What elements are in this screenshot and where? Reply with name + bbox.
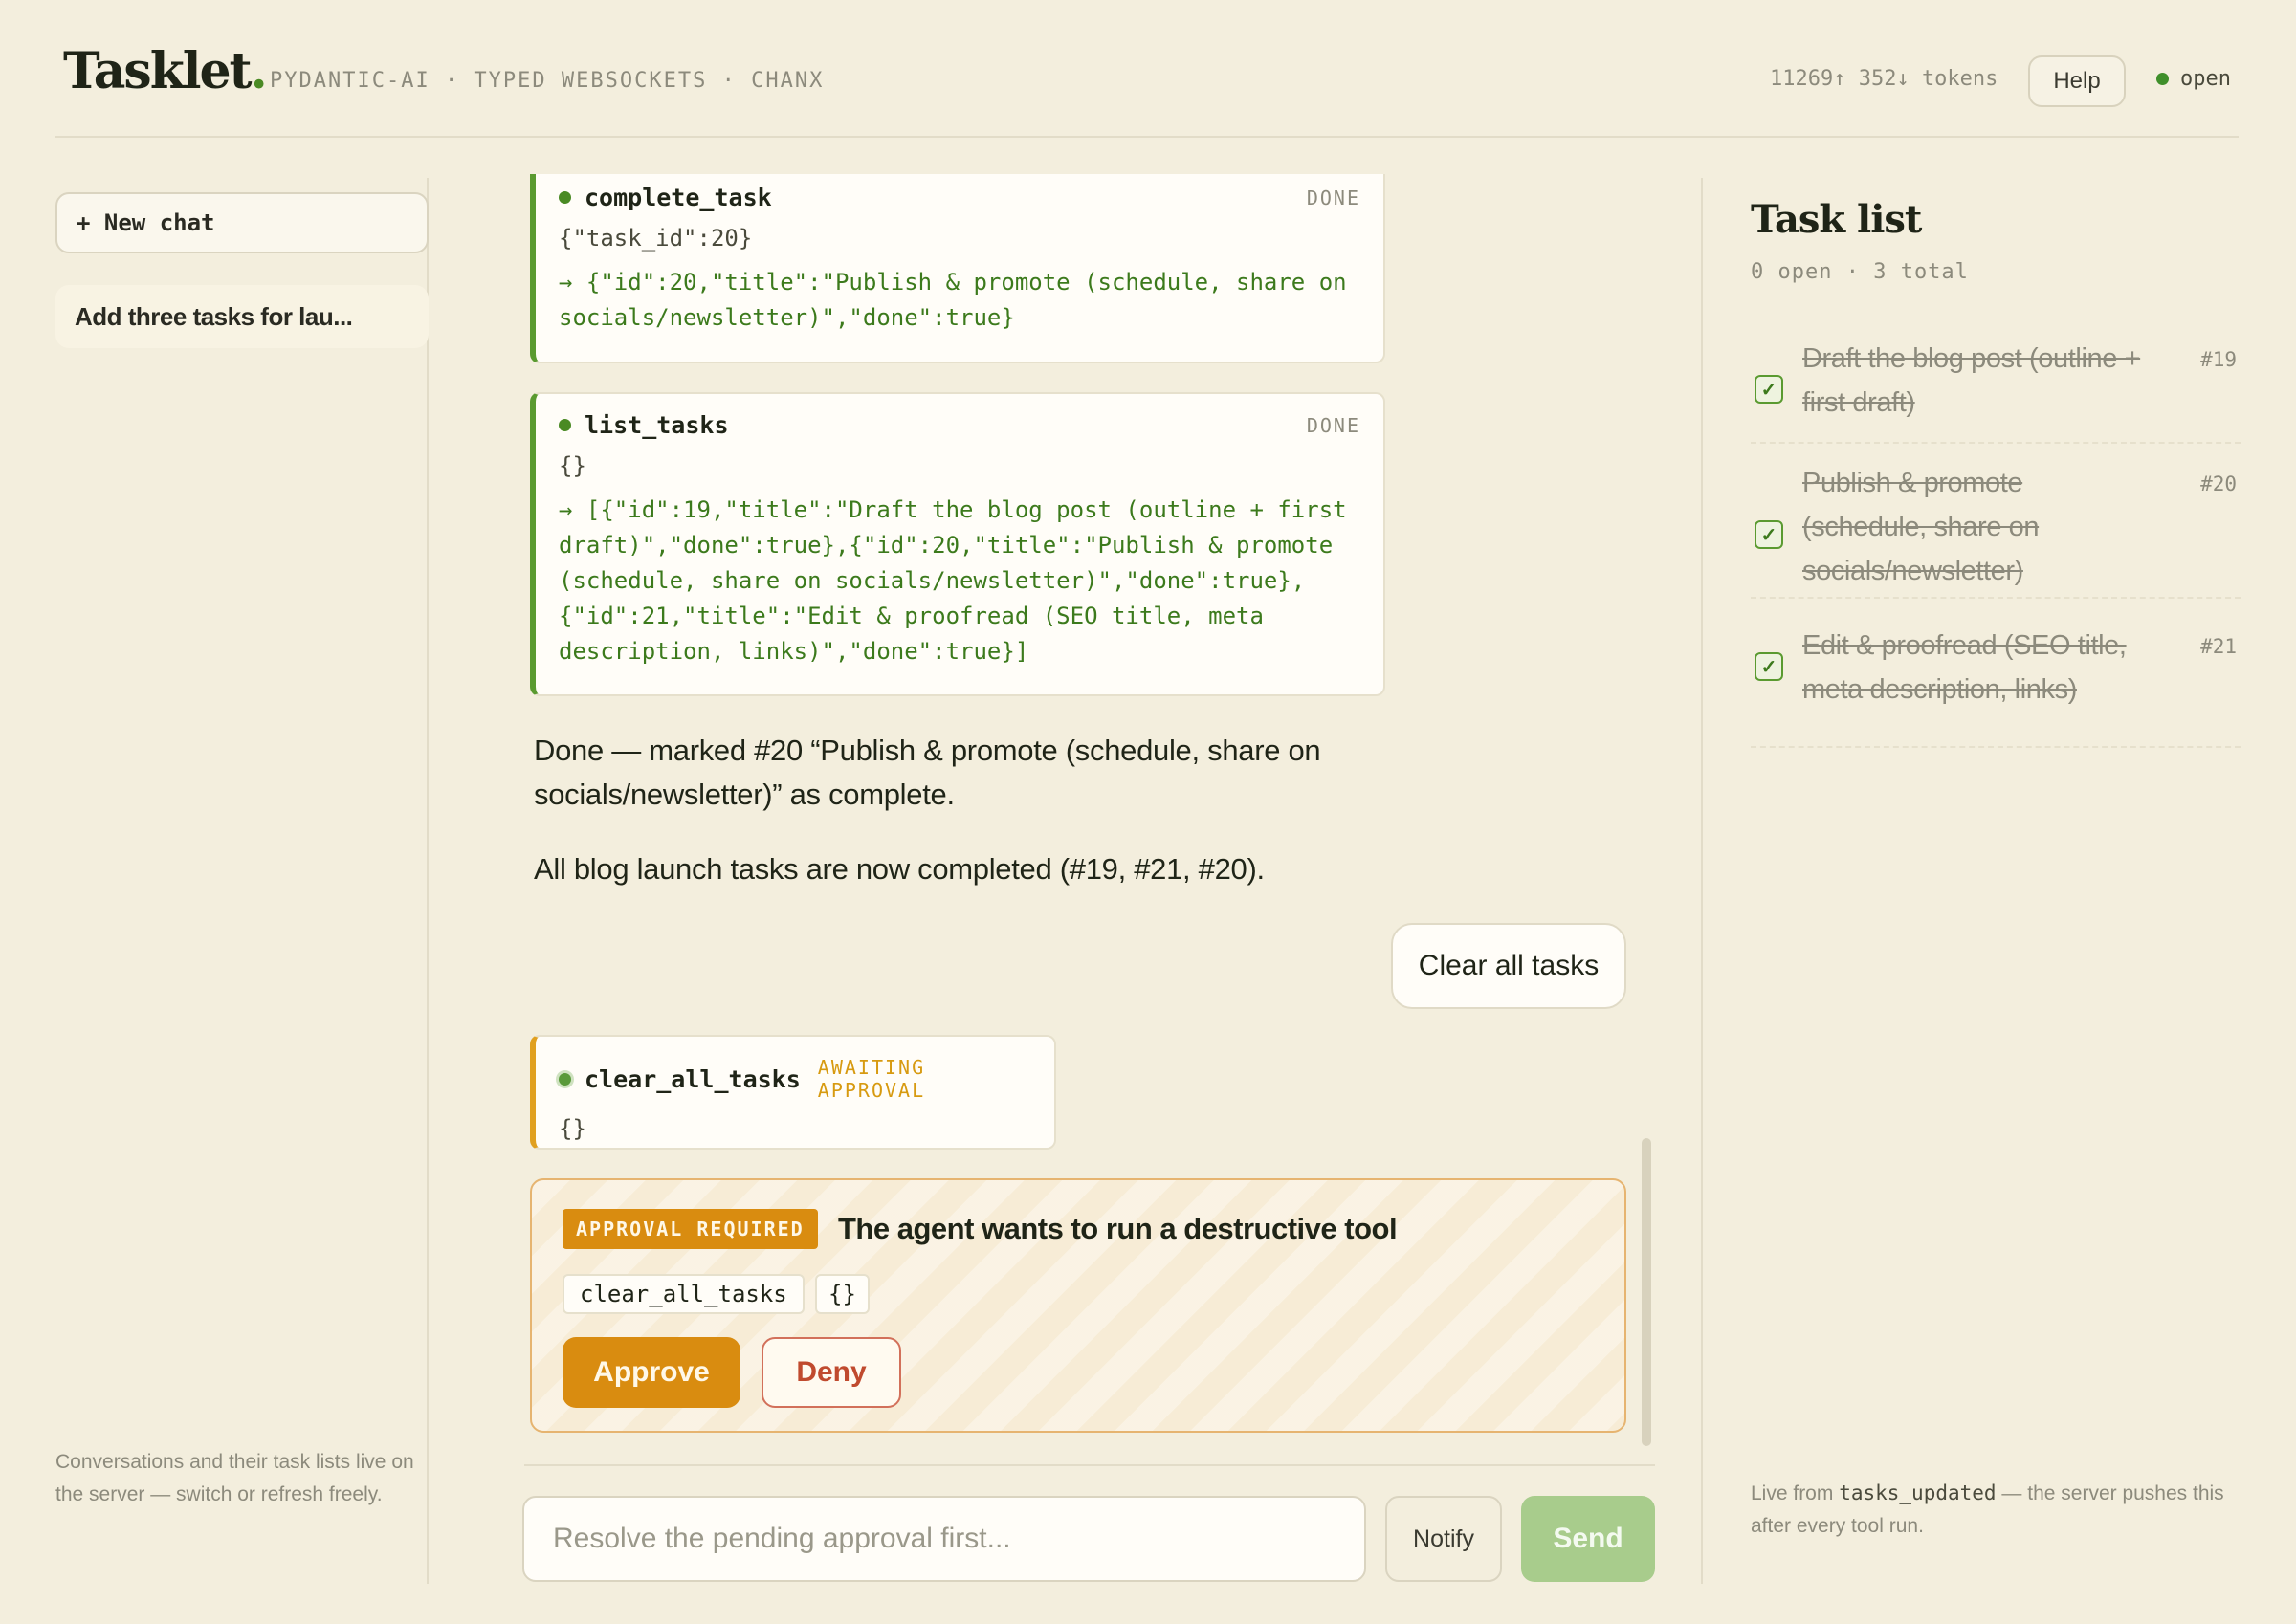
approval-panel: APPROVAL REQUIRED The agent wants to run… [530,1178,1626,1433]
pending-tool-card: clear_all_tasks AWAITING APPROVAL {} [530,1035,1056,1150]
message-input[interactable] [522,1496,1366,1582]
chat-scrollbar[interactable] [1642,1138,1651,1446]
new-chat-button[interactable]: + New chat [55,192,429,253]
task-item: ✓ Draft the blog post (outline + first d… [1751,337,2241,444]
tool-call-result: → {"id":20,"title":"Publish & promote (s… [559,269,1361,331]
task-list-title: Task list [1751,197,1922,242]
checkbox-checked-icon[interactable]: ✓ [1755,520,1783,549]
tool-call-state: DONE [1306,186,1360,209]
tool-call-args: {"task_id":20} [559,225,753,252]
tool-call-card: complete_task DONE {"task_id":20} → {"id… [530,174,1385,363]
tool-call-name: complete_task [559,184,772,211]
task-id: #19 [2200,348,2237,371]
checkbox-checked-icon[interactable]: ✓ [1755,375,1783,404]
footer-prefix: Live from [1751,1482,1840,1504]
approve-button[interactable]: Approve [563,1337,740,1408]
app-logo: Tasklet. [63,42,268,100]
assistant-message: Done — marked #20 “Publish & promote (sc… [534,734,1321,811]
pending-dot-icon [559,1072,571,1086]
tool-call-state: DONE [1306,413,1360,437]
status-dot-icon [2156,73,2169,85]
task-item: ✓ Edit & proofread (SEO title, meta desc… [1751,624,2241,748]
task-item: ✓ Publish & promote (schedule, share on … [1751,461,2241,599]
tool-call-name: clear_all_tasks [559,1065,801,1093]
status-label: open [2180,67,2231,91]
tool-call-name: list_tasks [559,411,729,439]
task-list-panel: Task list 0 open · 3 total ✓ Draft the b… [1701,178,2241,1584]
approval-tool-args: {} [815,1274,870,1314]
brand-dot: . [250,42,268,100]
app-header: Tasklet. PYDANTIC-AI · TYPED WEBSOCKETS … [55,38,2239,138]
sidebar-chat-item[interactable]: Add three tasks for lau... [55,285,429,348]
send-button[interactable]: Send [1521,1496,1655,1582]
tool-name-text: clear_all_tasks [585,1064,801,1093]
tool-call-args: {} [559,452,586,479]
checkbox-checked-icon[interactable]: ✓ [1755,652,1783,681]
approval-tool-name: clear_all_tasks [563,1274,805,1314]
task-list-summary: 0 open · 3 total [1751,260,1969,284]
user-message-bubble: Clear all tasks [1391,923,1626,1009]
chat-panel: complete_task DONE {"task_id":20} → {"id… [478,174,1655,1584]
tool-call-state: AWAITING APPROVAL [817,1056,926,1102]
tool-call-card: list_tasks DONE {} → [{"id":19,"title":"… [530,392,1385,696]
approval-title: The agent wants to run a destructive too… [838,1212,1398,1245]
status-dot-icon [559,419,571,431]
task-title: Publish & promote (schedule, share on so… [1802,468,2040,586]
tool-name-text: complete_task [585,184,772,211]
deny-button[interactable]: Deny [762,1337,901,1408]
task-title: Draft the blog post (outline + first dra… [1802,343,2141,418]
brand-name: Tasklet [63,42,253,100]
tool-name-text: list_tasks [585,411,729,439]
assistant-message: All blog launch tasks are now completed … [534,852,1265,886]
token-counter: 11269↑ 352↓ tokens [1770,67,1998,91]
composer-divider [524,1464,1655,1466]
tool-call-result: → [{"id":19,"title":"Draft the blog post… [559,496,1361,665]
sidebar-footer-note: Conversations and their task lists live … [55,1451,414,1505]
status-dot-icon [559,191,571,204]
help-button[interactable]: Help [2028,55,2126,107]
sidebar: + New chat Add three tasks for lau... Co… [55,178,429,1584]
notify-button[interactable]: Notify [1385,1496,1502,1582]
app-tagline: PYDANTIC-AI · TYPED WEBSOCKETS · CHANX [270,69,825,93]
tool-call-args: {} [559,1115,586,1142]
task-title: Edit & proofread (SEO title, meta descri… [1802,630,2127,705]
footer-code: tasks_updated [1839,1481,1997,1504]
task-id: #20 [2200,472,2237,495]
task-list-footer-note: Live from tasks_updated — the server pus… [1751,1477,2229,1543]
task-id: #21 [2200,635,2237,658]
approval-required-badge: APPROVAL REQUIRED [563,1209,818,1249]
connection-status: open [2156,67,2231,91]
